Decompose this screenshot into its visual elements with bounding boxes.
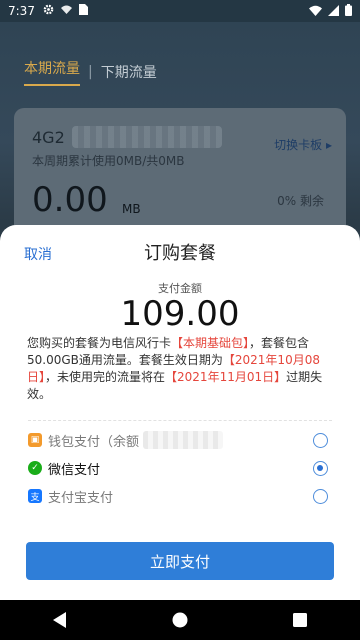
payment-option-alipay[interactable]: 支 支付宝支付 xyxy=(28,484,332,508)
sheet-title: 订购套餐 xyxy=(144,243,216,264)
usage-summary: 本周期累计使用0MB/共0MB xyxy=(32,154,185,168)
battery-icon xyxy=(345,4,352,19)
wallet-label: 钱包支付（余额 xyxy=(48,434,140,450)
payment-option-wallet[interactable]: ▣ 钱包支付（余额 xyxy=(28,428,332,452)
usage-unit: MB xyxy=(122,202,141,216)
alipay-icon: 支 xyxy=(28,489,42,503)
payment-option-wechat[interactable]: ✓ 微信支付 xyxy=(28,456,332,480)
payment-amount: 109.00 xyxy=(120,294,240,334)
wechat-icon: ✓ xyxy=(28,461,42,475)
wallet-icon: ▣ xyxy=(28,433,42,447)
order-description: 您购买的套餐为电信风行卡【本期基础包】，套餐包含50.00GB通用流量。套餐生效… xyxy=(27,335,333,403)
desc-text-3: ，未使用完的流量将在 xyxy=(45,370,166,384)
pay-now-button[interactable]: 立即支付 xyxy=(26,542,334,580)
masked-plan-detail xyxy=(72,126,222,148)
divider xyxy=(28,420,332,421)
wechat-radio[interactable] xyxy=(313,460,328,476)
period-tabs: 本期流量 | 下期流量 xyxy=(24,58,157,86)
switch-card-label: 切换卡板 xyxy=(274,138,323,152)
wechat-label: 微信支付 xyxy=(48,462,101,478)
desc-text-1: 您购买的套餐为电信风行卡 xyxy=(27,336,172,350)
status-time: 7:37 xyxy=(8,4,35,18)
desc-highlight-package: 【本期基础包】 xyxy=(171,336,250,350)
wallet-radio[interactable] xyxy=(313,432,328,448)
sim-icon xyxy=(78,4,88,18)
status-bar: 7:37 xyxy=(0,0,360,22)
desc-highlight-expire-date: 【2021年11月01日】 xyxy=(165,370,287,384)
status-right xyxy=(309,4,352,19)
tab-next-period[interactable]: 下期流量 xyxy=(101,62,157,82)
signal-icon xyxy=(328,4,339,19)
alipay-label: 支付宝支付 xyxy=(48,490,114,506)
tab-current-period[interactable]: 本期流量 xyxy=(24,58,80,86)
gear-icon xyxy=(43,4,54,18)
masked-wallet-balance xyxy=(143,431,224,449)
switch-card-button[interactable]: 切换卡板 ▸ xyxy=(274,136,332,153)
tab-separator: | xyxy=(88,64,93,80)
chevron-right-icon: ▸ xyxy=(325,138,332,152)
recents-icon[interactable] xyxy=(293,613,308,627)
home-icon[interactable] xyxy=(172,612,188,628)
wifi-icon xyxy=(309,5,322,19)
system-nav-bar xyxy=(0,600,360,640)
back-icon[interactable] xyxy=(52,612,67,628)
wifi-calling-icon xyxy=(60,4,73,18)
plan-name: 4G2 xyxy=(32,128,65,147)
alipay-radio[interactable] xyxy=(313,488,328,504)
remaining-percent: 0% 剩余 xyxy=(277,194,324,208)
usage-amount: 0.00 xyxy=(32,180,108,220)
